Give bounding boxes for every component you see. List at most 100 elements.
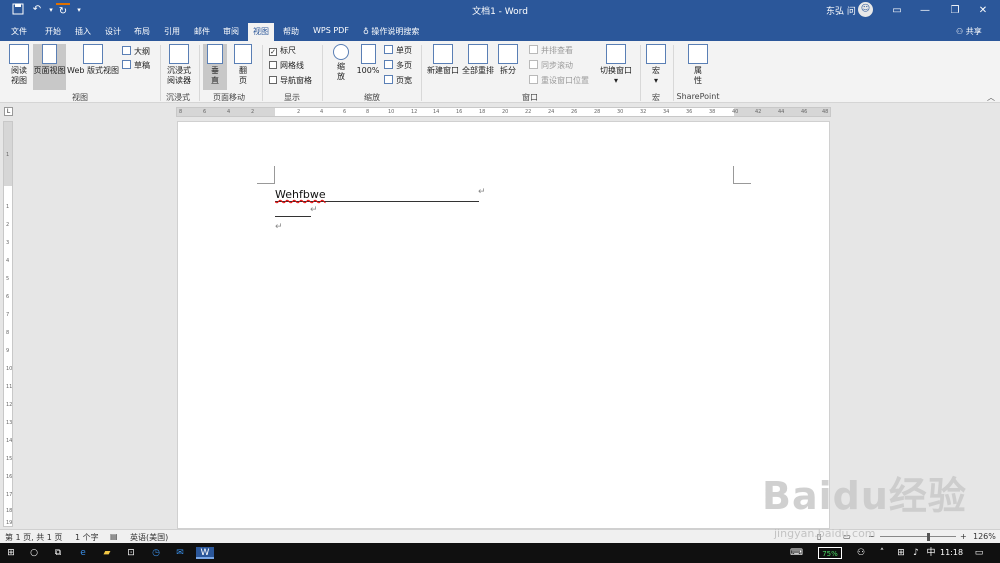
gridlines-checkbox[interactable]: 网格线 (269, 60, 304, 72)
new-window-icon (433, 44, 453, 64)
nav-pane-checkbox[interactable]: 导航窗格 (269, 75, 312, 87)
ruler-tick: 40 (732, 109, 739, 115)
up-arrow-icon[interactable]: ˄ (876, 547, 888, 559)
ribbon-display-icon[interactable]: ▭ (882, 0, 912, 21)
battery-icon[interactable]: 75% (818, 547, 842, 559)
tell-me-search[interactable]: ♁ 操作说明搜索 (363, 26, 419, 37)
paragraph-1[interactable]: Wehfbwe (275, 188, 479, 202)
vertical-button[interactable]: 垂直 (203, 44, 227, 90)
zoom-button[interactable]: 缩放 (330, 44, 352, 82)
side-by-side-icon (529, 45, 538, 54)
web-layout-button[interactable]: Web 版式视图 (67, 44, 119, 76)
share-button[interactable]: ⚇ 共享 (956, 26, 982, 37)
user-icon[interactable]: ☺ (858, 2, 873, 17)
ruler-tick: 10 (6, 366, 13, 372)
arrange-all-icon (468, 44, 488, 64)
vertical-scrollbar[interactable] (988, 103, 1000, 529)
ime-indicator[interactable]: 中 (925, 547, 937, 559)
outline-label: 大纲 (134, 47, 150, 56)
draft-button[interactable]: 草稿 (122, 60, 150, 72)
ruler-tick: 34 (663, 109, 670, 115)
person-icon: ⚇ (956, 27, 964, 36)
misspelled-word[interactable]: Wehfbwe (275, 188, 326, 201)
document-page[interactable]: Wehfbwe ↵ ↵ ↵ (177, 121, 830, 529)
ruler-tick: 4 (227, 109, 231, 115)
minimize-button[interactable]: — (910, 0, 940, 21)
tab-references[interactable]: 引用 (164, 26, 180, 37)
reset-position-label: 重设窗口位置 (541, 76, 589, 85)
side-to-side-button[interactable]: 翻页 (231, 44, 255, 86)
word-taskbar-icon[interactable]: W (196, 547, 214, 559)
ruler-checkbox[interactable]: ✓ 标尺 (269, 45, 296, 57)
proofing-icon[interactable]: ▤ (110, 532, 118, 541)
page-count[interactable]: 第 1 页, 共 1 页 (5, 532, 62, 543)
collapse-ribbon-icon[interactable]: ︿ (987, 92, 995, 103)
word-count[interactable]: 1 个字 (75, 532, 99, 543)
keyboard-icon[interactable]: ⌨ (790, 547, 803, 559)
page-movement-group-label: 页面移动 (213, 93, 245, 102)
tab-view[interactable]: 视图 (248, 23, 274, 41)
sync-scroll-icon (529, 60, 538, 69)
task-view-icon[interactable]: ⧉ (52, 547, 64, 559)
split-icon (498, 44, 518, 64)
edge-icon[interactable]: e (77, 547, 89, 559)
outline-button[interactable]: 大纲 (122, 46, 150, 58)
horizontal-ruler[interactable]: 8 6 4 2 2 4 6 8 10 12 14 16 18 20 22 24 … (176, 107, 831, 117)
tab-file[interactable]: 文件 (11, 26, 27, 37)
one-page-icon (384, 45, 393, 54)
split-button[interactable]: 拆分 (497, 44, 519, 76)
checkbox-icon (269, 76, 277, 84)
properties-button[interactable]: 属性 (686, 44, 710, 86)
tab-wps-pdf[interactable]: WPS PDF (313, 26, 349, 35)
network-icon[interactable]: ⊞ (895, 547, 907, 559)
clock-app-icon[interactable]: ◷ (150, 547, 162, 559)
mail-icon[interactable]: ✉ (174, 547, 186, 559)
tab-mailings[interactable]: 邮件 (194, 26, 210, 37)
tab-insert[interactable]: 插入 (75, 26, 91, 37)
volume-icon[interactable]: ♪ (910, 547, 922, 559)
ruler-margin-left (177, 108, 275, 116)
user-name[interactable]: 东弘 问 (826, 4, 856, 17)
sync-scroll-button[interactable]: 同步滚动 (529, 60, 573, 72)
read-mode-button[interactable]: 阅读视图 (6, 44, 32, 86)
multi-page-button[interactable]: 多页 (384, 60, 412, 72)
chevron-down-icon: ▾ (613, 76, 618, 85)
store-icon[interactable]: ⊡ (125, 547, 137, 559)
close-button[interactable]: ✕ (968, 0, 998, 21)
new-window-button[interactable]: 新建窗口 (426, 44, 460, 76)
paragraph-2[interactable] (275, 216, 311, 217)
file-explorer-icon[interactable]: ▰ (101, 547, 113, 559)
tab-selector-icon[interactable]: L (4, 107, 13, 116)
arrange-all-button[interactable]: 全部重排 (461, 44, 495, 76)
restore-button[interactable]: ❐ (940, 0, 970, 21)
notification-icon[interactable]: ▭ (973, 547, 985, 559)
print-layout-button[interactable]: 页面视图 (33, 44, 66, 90)
one-page-button[interactable]: 单页 (384, 45, 412, 57)
page-width-button[interactable]: 页宽 (384, 75, 412, 87)
side-by-side-button[interactable]: 并排查看 (529, 45, 573, 57)
macros-label: 宏 (652, 66, 660, 75)
macros-button[interactable]: 宏 ▾ (645, 44, 667, 86)
switch-windows-button[interactable]: 切换窗口 ▾ (598, 44, 634, 86)
reset-position-button[interactable]: 重设窗口位置 (529, 75, 589, 87)
search-icon[interactable]: ○ (28, 547, 40, 559)
outline-icon (122, 46, 131, 55)
share-label: 共享 (965, 27, 982, 36)
clock-time[interactable]: 11:18 (940, 548, 963, 557)
tab-home[interactable]: 开始 (45, 26, 61, 37)
nav-pane-label: 导航窗格 (280, 76, 312, 85)
language[interactable]: 英语(美国) (130, 532, 168, 543)
vertical-ruler[interactable]: 1 1 2 3 4 5 6 7 8 9 10 11 12 13 14 15 16… (3, 121, 13, 527)
ruler-tick: 42 (755, 109, 762, 115)
tab-design[interactable]: 设计 (105, 26, 121, 37)
person-tray-icon[interactable]: ⚇ (855, 547, 867, 559)
tab-layout[interactable]: 布局 (134, 26, 150, 37)
properties-label: 属性 (694, 66, 702, 85)
ruler-tick: 1 (6, 152, 10, 158)
read-mode-label: 阅读视图 (11, 66, 27, 85)
hundred-percent-button[interactable]: 100% (355, 44, 381, 76)
tab-help[interactable]: 帮助 (283, 26, 299, 37)
immersive-reader-button[interactable]: 沉浸式阅读器 (164, 44, 194, 86)
tab-review[interactable]: 审阅 (223, 26, 239, 37)
windows-start-icon[interactable]: ⊞ (5, 547, 17, 559)
